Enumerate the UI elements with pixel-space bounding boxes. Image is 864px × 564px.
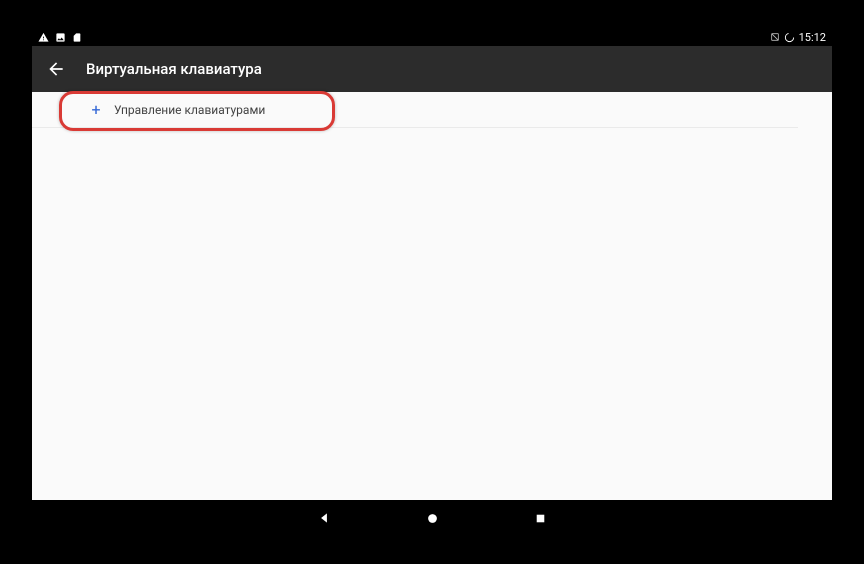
warning-icon [38, 32, 49, 43]
back-button[interactable] [46, 59, 66, 79]
nav-recent-button[interactable] [531, 509, 549, 527]
nav-home-button[interactable] [423, 509, 441, 527]
status-right: 15:12 [770, 31, 826, 44]
page-title: Виртуальная клавиатура [86, 60, 262, 78]
status-bar: 15:12 [32, 28, 832, 46]
status-left [38, 32, 82, 43]
no-sim-icon [770, 32, 780, 42]
action-bar: Виртуальная клавиатура [32, 46, 832, 92]
plus-icon: + [88, 102, 104, 118]
loading-icon [784, 32, 795, 43]
device-frame: 15:12 Виртуальная клавиатура + Управлени… [0, 0, 864, 564]
manage-keyboards-item[interactable]: + Управление клавиатурами [32, 92, 798, 128]
status-time: 15:12 [799, 31, 826, 44]
content-area: + Управление клавиатурами [32, 92, 832, 500]
screen: 15:12 Виртуальная клавиатура + Управлени… [32, 28, 832, 536]
navigation-bar [32, 500, 832, 536]
image-icon [55, 32, 66, 43]
sdcard-icon [72, 32, 82, 43]
manage-keyboards-label: Управление клавиатурами [114, 103, 265, 117]
nav-back-button[interactable] [315, 509, 333, 527]
